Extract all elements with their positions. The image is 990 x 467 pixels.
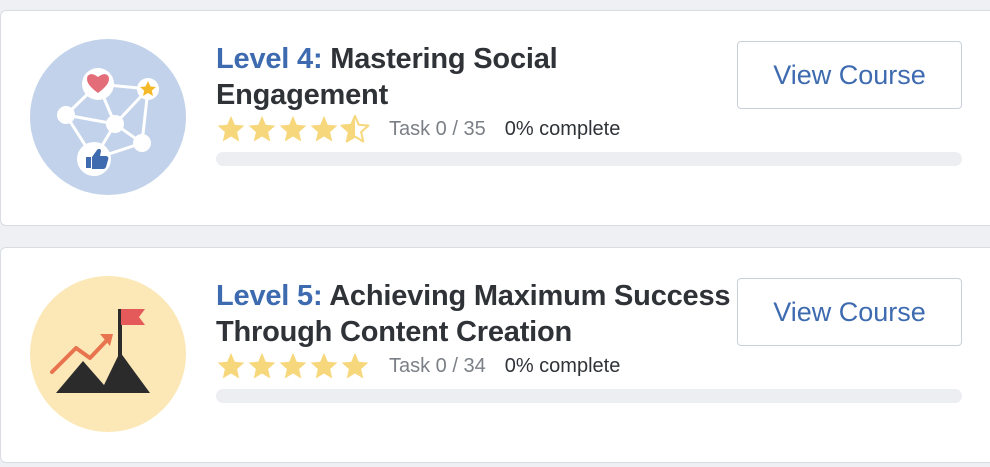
star-full-icon — [310, 115, 338, 142]
course-meta: Task 0 / 34 0% complete — [216, 350, 620, 382]
star-full-icon — [248, 115, 276, 142]
star-full-icon — [279, 115, 307, 142]
star-full-icon — [248, 352, 276, 379]
level-label: Level 4: — [216, 43, 323, 75]
course-title: Level 5: Achieving Maximum Success Throu… — [216, 278, 736, 350]
percent-complete: 0% complete — [504, 354, 621, 377]
mountain-flag-icon — [30, 276, 186, 432]
star-full-icon — [279, 352, 307, 379]
view-course-button[interactable]: View Course — [737, 41, 962, 109]
course-card: Level 4: Mastering Social Engagement Tas… — [0, 10, 990, 226]
star-full-icon — [217, 115, 245, 142]
task-count: Task 0 / 34 — [389, 354, 486, 377]
percent-complete: 0% complete — [504, 117, 621, 140]
social-network-icon — [30, 39, 186, 195]
course-card: Level 5: Achieving Maximum Success Throu… — [0, 247, 990, 463]
star-full-icon — [341, 352, 369, 379]
star-rating — [216, 114, 370, 144]
course-meta: Task 0 / 35 0% complete — [216, 113, 620, 145]
star-full-icon — [217, 352, 245, 379]
star-half-icon — [340, 114, 370, 143]
view-course-button[interactable]: View Course — [737, 278, 962, 346]
level-label: Level 5: — [216, 280, 323, 312]
progress-bar — [216, 389, 962, 403]
course-title: Level 4: Mastering Social Engagement — [216, 41, 736, 113]
star-full-icon — [310, 352, 338, 379]
task-count: Task 0 / 35 — [389, 117, 486, 140]
star-rating — [216, 351, 370, 381]
progress-bar — [216, 152, 962, 166]
